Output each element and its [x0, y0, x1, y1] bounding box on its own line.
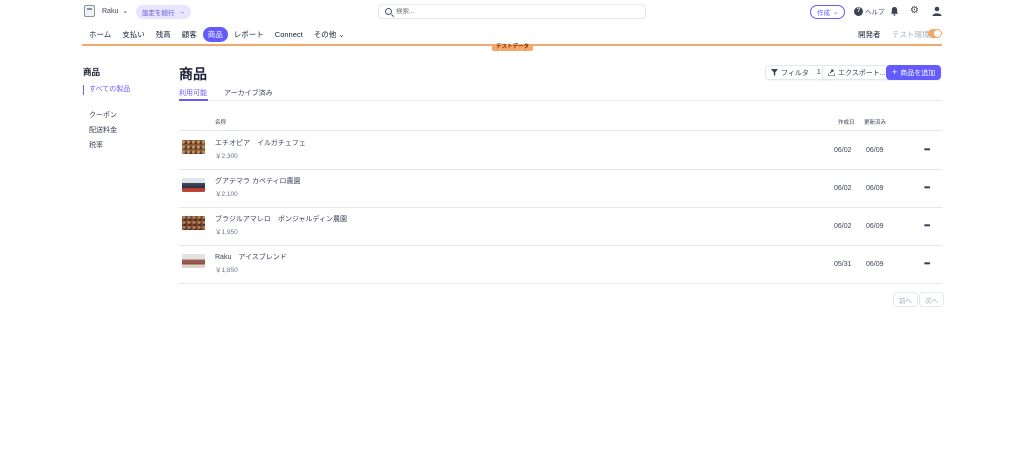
help-button[interactable]: ? ヘルプ: [854, 6, 885, 16]
search-icon: [385, 8, 392, 15]
created-date: 05/31: [834, 261, 852, 268]
created-date: 06/02: [834, 223, 852, 230]
prev-page-button[interactable]: 前へ: [893, 292, 918, 307]
nav-tabs: ホーム 支払い 残高 顧客 商品 レポート Connect その他 ⌄: [84, 27, 351, 42]
nav-item-customers[interactable]: 顧客: [177, 27, 202, 42]
updated-date: 06/09: [866, 223, 884, 230]
test-mode-label: テスト環境: [892, 30, 930, 39]
export-label: エクスポート...: [838, 69, 886, 77]
nav-item-products[interactable]: 商品: [202, 27, 228, 42]
test-data-badge: テストデータ: [492, 44, 534, 51]
export-button[interactable]: エクスポート...: [822, 65, 892, 80]
next-page-button[interactable]: 次へ: [919, 292, 944, 307]
product-thumbnail: [182, 178, 205, 192]
arrow-right-icon: →: [178, 8, 186, 16]
sidebar-item-shipping-rates[interactable]: 配送料金: [89, 125, 117, 135]
product-price: ￥1,950: [215, 229, 238, 236]
account-name: Raku: [102, 7, 119, 15]
product-price: ￥2,100: [215, 191, 238, 198]
tab-archived[interactable]: アーカイブ済み: [224, 88, 273, 98]
product-thumbnail: [182, 216, 205, 230]
test-mode-toggle[interactable]: [928, 29, 942, 38]
search-bar[interactable]: [378, 4, 646, 19]
user-icon[interactable]: [932, 6, 942, 16]
nav-item-reports[interactable]: レポート: [229, 27, 269, 42]
product-name[interactable]: エチオピア イルガチェフェ: [215, 138, 306, 148]
updated-date: 06/09: [866, 185, 884, 192]
table-divider: [179, 169, 942, 170]
nav-item-more[interactable]: その他 ⌄: [309, 27, 350, 42]
setup-label: 設定を続行: [142, 10, 175, 17]
filter-label: フィルタ: [781, 69, 809, 77]
gear-icon[interactable]: ⚙: [910, 6, 920, 16]
sidebar-item-coupons[interactable]: クーポン: [89, 110, 117, 120]
column-header-name[interactable]: 名称: [215, 118, 226, 126]
product-thumbnail: [182, 254, 205, 268]
column-header-updated[interactable]: 更新済み: [864, 118, 886, 126]
bell-icon[interactable]: [890, 6, 899, 16]
product-name[interactable]: グアテマラ カペティロ農園: [215, 176, 301, 186]
created-date: 06/02: [834, 147, 852, 154]
export-icon: [828, 69, 835, 76]
product-thumbnail: [182, 140, 205, 154]
sidebar-title: 商品: [83, 67, 101, 77]
nav-more-label: その他: [313, 30, 337, 39]
more-actions-icon[interactable]: •••: [924, 145, 930, 154]
continue-setup-button[interactable]: 設定を続行 →: [136, 5, 191, 19]
tab-active-indicator: [179, 99, 208, 101]
product-price: ￥2,300: [215, 153, 238, 160]
top-bar: Raku ⌄ 設定を続行 → 作成 ⌄ ? ヘルプ ⚙: [0, 0, 1024, 24]
chevron-down-icon: ⌄: [122, 8, 129, 15]
create-button[interactable]: 作成 ⌄: [810, 5, 846, 19]
column-header-created[interactable]: 作成日: [838, 118, 855, 126]
product-name[interactable]: ブラジルアマレロ ボンジャルディン農園: [215, 214, 347, 224]
add-product-label: 商品を追加: [900, 69, 936, 77]
more-actions-icon[interactable]: •••: [924, 259, 930, 268]
main-nav: ホーム 支払い 残高 顧客 商品 レポート Connect その他 ⌄ 開発者 …: [0, 24, 1024, 44]
product-price: ￥1,850: [215, 267, 238, 274]
created-date: 06/02: [834, 185, 852, 192]
add-product-button[interactable]: + 商品を追加: [886, 65, 942, 80]
filter-icon: [771, 69, 778, 76]
sidebar-item-all-products[interactable]: すべての製品: [83, 85, 130, 95]
filter-button[interactable]: フィルタ 1: [765, 65, 827, 80]
tabs-divider: [179, 100, 942, 101]
page-title: 商品: [179, 66, 207, 82]
nav-item-connect[interactable]: Connect: [270, 28, 308, 41]
help-icon: ?: [854, 6, 863, 16]
product-name[interactable]: Raku アイスブレンド: [215, 252, 287, 262]
account-logo-icon: [84, 5, 95, 17]
table-divider: [179, 245, 942, 246]
account-switcher[interactable]: Raku ⌄: [84, 5, 128, 17]
developers-link[interactable]: 開発者: [858, 29, 881, 40]
chevron-down-icon: ⌄: [833, 9, 839, 16]
filter-count: 1: [816, 69, 821, 76]
nav-item-payments[interactable]: 支払い: [117, 27, 150, 42]
search-input[interactable]: [396, 8, 626, 15]
nav-item-home[interactable]: ホーム: [84, 27, 116, 42]
updated-date: 06/09: [866, 147, 884, 154]
updated-date: 06/09: [866, 261, 884, 268]
table-divider: [179, 207, 942, 208]
more-actions-icon[interactable]: •••: [924, 183, 930, 192]
create-label: 作成: [817, 10, 830, 17]
plus-icon: +: [892, 67, 898, 77]
chevron-down-icon: ⌄: [338, 30, 345, 39]
table-divider: [179, 130, 942, 131]
table-divider: [179, 283, 942, 284]
nav-item-balances[interactable]: 残高: [151, 27, 176, 42]
help-label: ヘルプ: [865, 9, 885, 16]
sidebar-item-tax-rates[interactable]: 税率: [89, 140, 103, 150]
tab-available[interactable]: 利用可能: [179, 88, 207, 98]
more-actions-icon[interactable]: •••: [924, 221, 930, 230]
